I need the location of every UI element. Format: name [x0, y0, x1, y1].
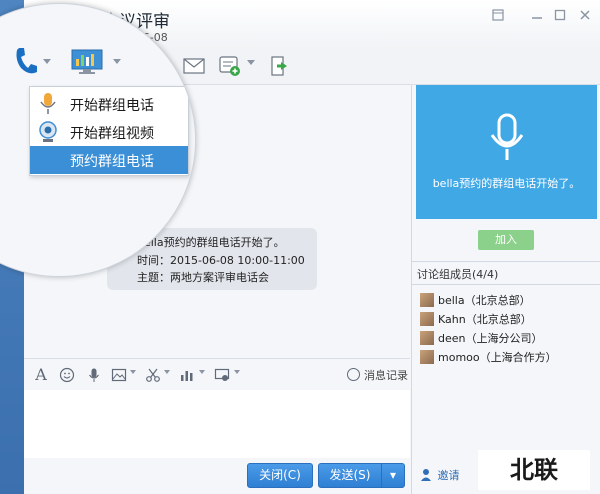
call-dropdown-menu: 开始群组电话 开始群组视频 预约群组电话: [29, 86, 189, 176]
member-name: Kahn（北京总部）: [438, 313, 532, 326]
invite-label: 邀请: [437, 469, 460, 482]
side-panel: bella预约的群组电话开始了。 加入 讨论组成员(4/4) bella（北京总…: [411, 85, 600, 494]
voice-icon[interactable]: [86, 367, 102, 383]
menu-item-label: 预约群组电话: [70, 154, 154, 170]
member-name: momoo（上海合作方）: [438, 351, 557, 364]
microphone-icon: [490, 113, 524, 160]
member-name: deen（上海分公司）: [438, 332, 543, 345]
chart-dropdown-caret[interactable]: [199, 370, 205, 374]
menu-item-label: 开始群组电话: [70, 98, 154, 114]
call-message: bella预约的群组电话开始了。: [432, 177, 581, 190]
members-title: 讨论组成员(4/4): [417, 268, 499, 281]
screen-share-icon[interactable]: [71, 49, 103, 78]
chat-window: 群组电话会议评审 be06-08 i bella预约的群组: [0, 0, 600, 494]
invite-button[interactable]: 邀请: [420, 467, 460, 483]
close-button[interactable]: 关闭(C): [247, 463, 313, 488]
watermark-logo: 北联: [478, 450, 590, 490]
call-panel: bella预约的群组电话开始了。: [416, 85, 597, 219]
member-name: bella（北京总部）: [438, 294, 531, 307]
exit-icon[interactable]: [268, 54, 292, 78]
menu-item-start-group-video[interactable]: 开始群组视频: [30, 118, 188, 146]
magnifier-callout: 开始群组电话 开始群组视频 预约群组电话: [0, 3, 196, 277]
message-input[interactable]: [24, 390, 410, 458]
chart-icon[interactable]: [179, 367, 195, 383]
phone-icon[interactable]: [13, 46, 39, 79]
avatar: [420, 350, 434, 364]
scissors-icon[interactable]: [145, 367, 161, 383]
screen-icon[interactable]: [214, 367, 230, 383]
close-icon[interactable]: [577, 8, 593, 22]
microphone-icon: [40, 93, 56, 114]
members-header: 讨论组成员(4/4): [412, 261, 600, 285]
join-button[interactable]: 加入: [478, 230, 534, 250]
image-icon[interactable]: [111, 367, 127, 383]
image-dropdown-caret[interactable]: [130, 370, 136, 374]
webcam-icon: [39, 121, 57, 142]
history-label: 消息记录: [364, 369, 408, 382]
maximize-icon[interactable]: [552, 8, 568, 22]
add-note-icon[interactable]: [218, 54, 242, 78]
minimize-icon[interactable]: [529, 8, 545, 22]
avatar: [420, 312, 434, 326]
pin-icon[interactable]: [490, 8, 506, 22]
clock-icon: [347, 368, 360, 381]
menu-item-label: 开始群组视频: [70, 126, 154, 142]
send-options-button[interactable]: ▾: [381, 463, 405, 488]
menu-item-start-group-call[interactable]: 开始群组电话: [30, 90, 188, 118]
scissors-dropdown-caret[interactable]: [164, 370, 170, 374]
note-dropdown-caret[interactable]: [247, 60, 255, 65]
screen-share-dropdown-caret[interactable]: [113, 59, 121, 64]
send-button[interactable]: 发送(S): [318, 463, 382, 488]
history-button[interactable]: 消息记录 ▾: [347, 367, 417, 383]
member-item[interactable]: deen（上海分公司）: [420, 330, 543, 348]
phone-dropdown-caret[interactable]: [43, 59, 51, 64]
font-icon[interactable]: A: [33, 367, 49, 383]
avatar: [420, 293, 434, 307]
emoji-icon[interactable]: [59, 367, 75, 383]
screen-dropdown-caret[interactable]: [234, 370, 240, 374]
input-toolbar: A 消息记录 ▾: [24, 358, 417, 391]
menu-item-schedule-group-call[interactable]: 预约群组电话: [30, 146, 188, 174]
magnified-toolbar: 开始群组电话 开始群组视频 预约群组电话: [1, 4, 195, 276]
member-item[interactable]: Kahn（北京总部）: [420, 311, 532, 329]
add-user-icon: [421, 469, 431, 481]
member-item[interactable]: momoo（上海合作方）: [420, 349, 557, 367]
member-item[interactable]: bella（北京总部）: [420, 292, 531, 310]
avatar: [420, 331, 434, 345]
